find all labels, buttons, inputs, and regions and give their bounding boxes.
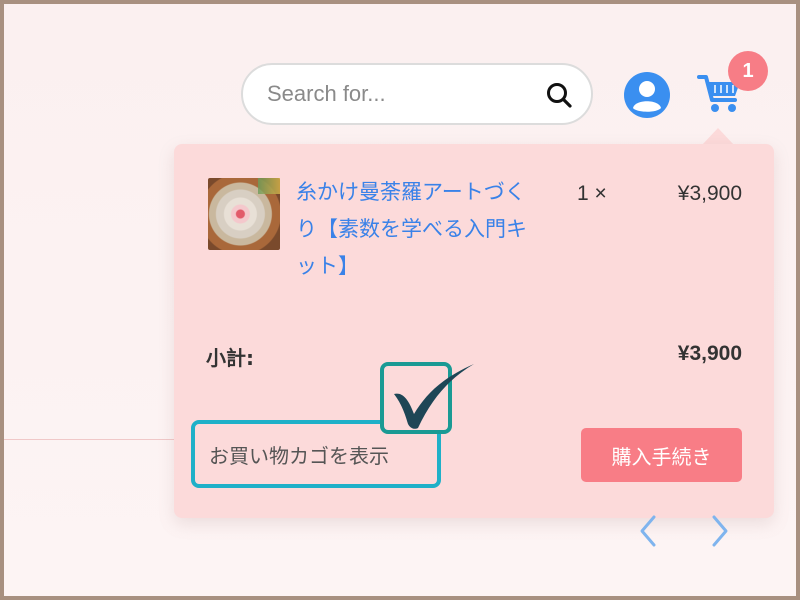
check-icon	[394, 364, 474, 429]
product-name-link[interactable]: 糸かけ曼荼羅アートづくり【素数を学べる入門キット】	[296, 174, 546, 285]
user-icon[interactable]	[623, 71, 671, 119]
checkout-button[interactable]: 購入手続き	[581, 428, 742, 482]
chevron-right-icon[interactable]	[706, 514, 734, 548]
subtotal-label: 小計:	[206, 346, 254, 370]
subtotal-value: ¥3,900	[677, 342, 742, 365]
search-input[interactable]	[267, 81, 537, 107]
search-icon[interactable]	[545, 81, 573, 109]
view-cart-label: お買い物カゴを表示	[209, 443, 389, 468]
cart-count-badge: 1	[728, 51, 768, 91]
product-quantity: 1 ×	[577, 182, 607, 205]
dropdown-caret	[702, 128, 734, 145]
search-bar[interactable]	[241, 63, 593, 125]
cart-dropdown: 糸かけ曼荼羅アートづくり【素数を学べる入門キット】 1 × ¥3,900 小計:…	[174, 144, 774, 518]
product-thumbnail[interactable]	[208, 178, 280, 250]
checkout-label: 購入手続き	[611, 444, 712, 469]
page-frame: 1 糸かけ曼荼羅アートづくり【素数を学べる入門キット】 1 × ¥3,900 小…	[0, 0, 800, 600]
chevron-left-icon[interactable]	[634, 514, 662, 548]
checkmark-box	[380, 362, 474, 434]
product-price: ¥3,900	[677, 182, 742, 205]
